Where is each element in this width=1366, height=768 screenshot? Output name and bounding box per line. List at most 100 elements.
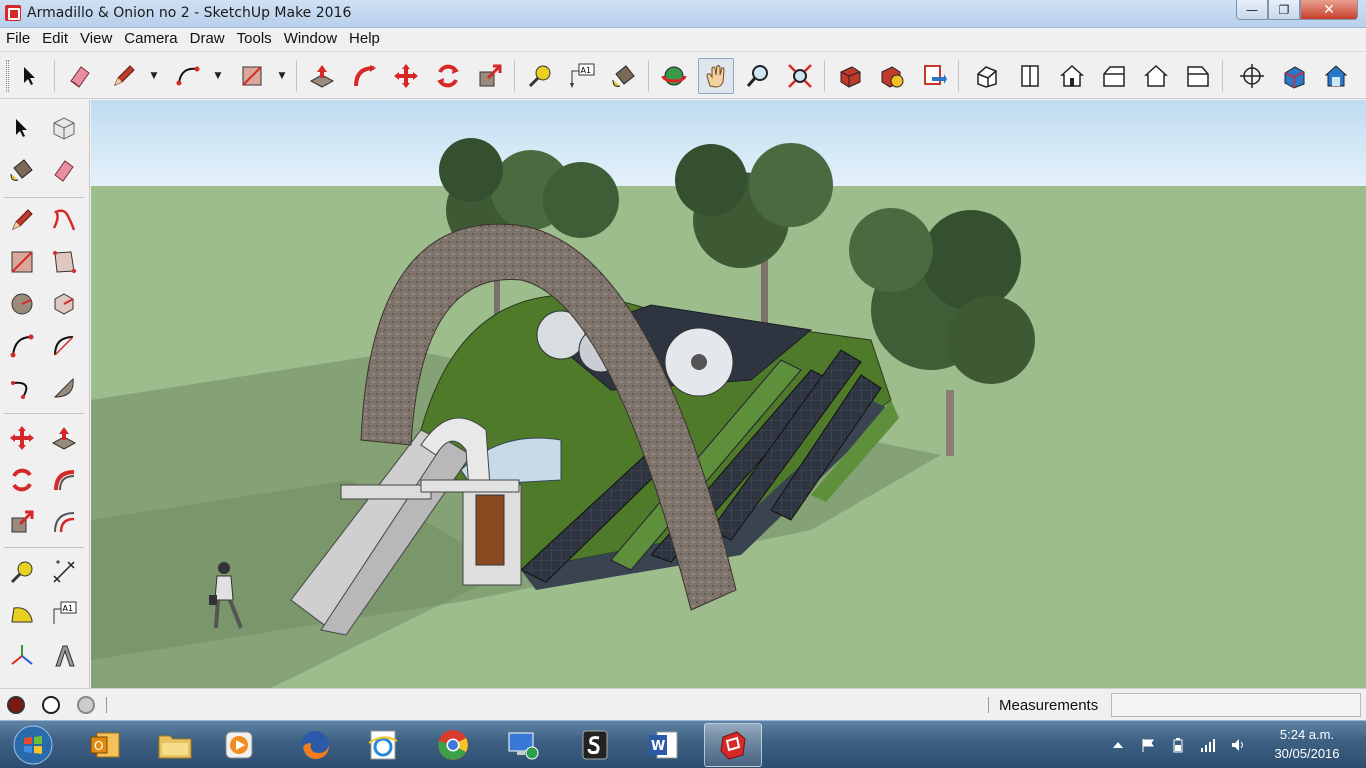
select-tool-button[interactable]	[4, 110, 40, 146]
line-tool-button[interactable]	[4, 202, 40, 238]
taskbar-firefox[interactable]	[286, 723, 344, 767]
shapes-tool-button[interactable]	[234, 58, 270, 94]
chevron-down-icon[interactable]: ▼	[148, 70, 160, 82]
line-tool-button[interactable]	[106, 58, 142, 94]
toolbar-grip[interactable]	[6, 60, 9, 92]
taskbar-word[interactable]: W	[634, 723, 692, 767]
battery-icon[interactable]	[1170, 737, 1186, 753]
push-pull-icon	[51, 427, 77, 450]
orbit-tool-button[interactable]	[656, 58, 692, 94]
pie-tool-button[interactable]	[46, 370, 82, 406]
scale-tool-button[interactable]	[472, 58, 508, 94]
back-view-button[interactable]	[1138, 58, 1174, 94]
push-pull-tool-button[interactable]	[304, 58, 340, 94]
volume-icon[interactable]	[1230, 737, 1246, 753]
warehouse-button[interactable]	[832, 58, 868, 94]
taskbar-media-player[interactable]	[210, 723, 268, 767]
offset-tool-button[interactable]	[46, 504, 82, 540]
user-account-icon[interactable]	[77, 696, 95, 714]
sketchbook-icon	[582, 730, 608, 760]
move-tool-button[interactable]	[388, 58, 424, 94]
select-tool-button[interactable]	[12, 58, 48, 94]
menu-edit[interactable]: Edit	[36, 28, 74, 50]
push-pull-tool-button[interactable]	[46, 420, 82, 456]
follow-me-tool-button[interactable]	[346, 58, 382, 94]
taskbar-chrome[interactable]	[424, 723, 482, 767]
sketchup-app-icon[interactable]	[5, 5, 21, 21]
taskbar-remote-desktop[interactable]	[494, 723, 552, 767]
paint-bucket-tool-button[interactable]	[606, 58, 642, 94]
walk-button[interactable]	[1276, 58, 1312, 94]
toolbar-separator	[4, 197, 84, 198]
front-view-button[interactable]	[1054, 58, 1090, 94]
left-view-button[interactable]	[1180, 58, 1216, 94]
eraser-tool-button[interactable]	[62, 58, 98, 94]
follow-me-tool-button[interactable]	[46, 462, 82, 498]
iso-view-button[interactable]	[970, 58, 1006, 94]
menu-draw[interactable]: Draw	[184, 28, 231, 50]
move-tool-button[interactable]	[4, 420, 40, 456]
zoom-extents-tool-button[interactable]	[782, 58, 818, 94]
chevron-down-icon[interactable]: ▼	[212, 70, 224, 82]
rotate-tool-button[interactable]	[430, 58, 466, 94]
show-hidden-icons-icon[interactable]	[1110, 737, 1126, 753]
rotated-rectangle-tool-button[interactable]	[46, 244, 82, 280]
arc-tool-button[interactable]	[170, 58, 206, 94]
action-center-flag-icon[interactable]	[1140, 737, 1156, 753]
menu-tools[interactable]: Tools	[231, 28, 278, 50]
send-to-layout-button[interactable]	[916, 58, 952, 94]
close-button[interactable]: ✕	[1300, 0, 1358, 20]
make-component-button[interactable]	[46, 110, 82, 146]
arc-tool-button[interactable]	[4, 328, 40, 364]
circle-tool-button[interactable]	[4, 286, 40, 322]
maximize-button[interactable]: ❐	[1268, 0, 1300, 20]
position-camera-button[interactable]	[1234, 58, 1270, 94]
paint-bucket-icon	[612, 65, 635, 87]
rotate-tool-button[interactable]	[4, 462, 40, 498]
house-top-icon	[1021, 65, 1039, 87]
taskbar-file-explorer[interactable]	[146, 723, 204, 767]
protractor-tool-button[interactable]	[4, 596, 40, 632]
right-view-button[interactable]	[1096, 58, 1132, 94]
paint-bucket-tool-button[interactable]	[4, 152, 40, 188]
freehand-tool-button[interactable]	[46, 202, 82, 238]
geo-location-icon[interactable]	[7, 696, 25, 714]
3d-text-tool-button[interactable]	[46, 638, 82, 674]
menu-view[interactable]: View	[74, 28, 118, 50]
three-point-arc-tool-button[interactable]	[4, 370, 40, 406]
taskbar-outlook[interactable]: O	[76, 723, 134, 767]
signal-strength-icon[interactable]	[1200, 737, 1216, 753]
tape-measure-tool-button[interactable]	[522, 58, 558, 94]
polygon-tool-button[interactable]	[46, 286, 82, 322]
pan-tool-button[interactable]	[698, 58, 734, 94]
taskbar-sketchup[interactable]	[704, 723, 762, 767]
menu-help[interactable]: Help	[343, 28, 386, 50]
rectangle-tool-button[interactable]	[4, 244, 40, 280]
measurements-input[interactable]	[1111, 693, 1361, 717]
text-tool-button[interactable]: A1	[564, 58, 600, 94]
top-view-button[interactable]	[1012, 58, 1048, 94]
windows-logo-icon	[13, 725, 53, 765]
eraser-tool-button[interactable]	[46, 152, 82, 188]
axes-tool-button[interactable]	[4, 638, 40, 674]
info-icon[interactable]	[42, 696, 60, 714]
dimension-tool-button[interactable]	[46, 554, 82, 590]
minimize-button[interactable]: —	[1236, 0, 1268, 20]
tape-measure-tool-button[interactable]	[4, 554, 40, 590]
chevron-down-icon[interactable]: ▼	[276, 70, 288, 82]
scale-tool-button[interactable]	[4, 504, 40, 540]
model-viewport[interactable]	[91, 100, 1366, 688]
title-bar[interactable]: Armadillo & Onion no 2 - SketchUp Make 2…	[0, 0, 1366, 28]
two-point-arc-tool-button[interactable]	[46, 328, 82, 364]
text-tool-button[interactable]: A1	[46, 596, 82, 632]
menu-window[interactable]: Window	[278, 28, 343, 50]
start-button[interactable]	[6, 723, 60, 767]
menu-file[interactable]: File	[0, 28, 36, 50]
menu-camera[interactable]: Camera	[118, 28, 183, 50]
extension-warehouse-button[interactable]	[874, 58, 910, 94]
taskbar-clock[interactable]: 5:24 a.m. 30/05/2016	[1252, 725, 1362, 763]
taskbar-sketchbook[interactable]	[566, 723, 624, 767]
taskbar-internet-explorer[interactable]	[354, 723, 412, 767]
zoom-tool-button[interactable]	[740, 58, 776, 94]
look-around-button[interactable]	[1318, 58, 1354, 94]
